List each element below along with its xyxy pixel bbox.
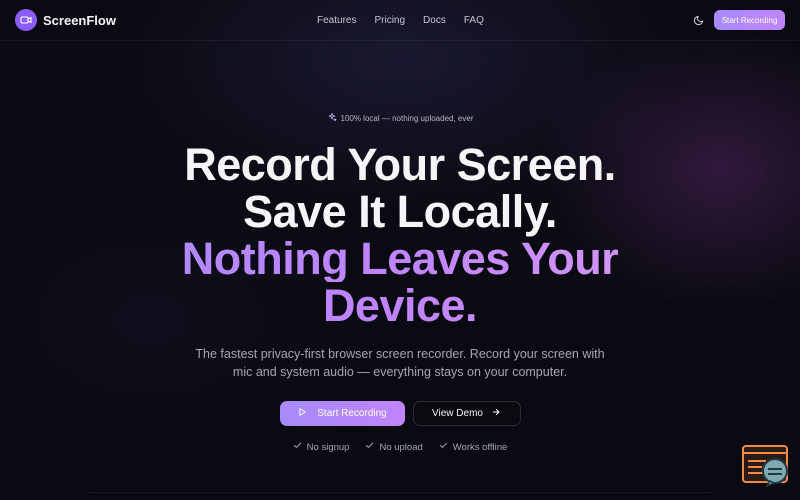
start-recording-button[interactable]: Start Recording <box>279 401 405 426</box>
headline-line-1: Record Your Screen. <box>184 139 616 190</box>
moon-icon[interactable] <box>690 12 706 28</box>
check-icon <box>365 441 374 453</box>
feature-checks: No signup No upload Works offline <box>0 441 800 453</box>
hero-headline: Record Your Screen. Save It Locally. Not… <box>0 141 800 329</box>
check-label: No upload <box>379 441 423 453</box>
nav-link-pricing[interactable]: Pricing <box>374 15 405 26</box>
chat-support-icon[interactable] <box>742 445 790 488</box>
nav-link-faq[interactable]: FAQ <box>464 15 484 26</box>
check-item: No upload <box>365 441 423 453</box>
sparkles-icon <box>327 112 337 124</box>
arrow-right-icon <box>491 407 501 420</box>
check-label: No signup <box>306 441 350 453</box>
nav-start-recording-button[interactable]: Start Recording <box>714 10 785 30</box>
video-camera-icon <box>15 9 37 31</box>
privacy-badge-text: 100% local — nothing uploaded, ever <box>340 113 474 123</box>
top-navigation: ScreenFlow Features Pricing Docs FAQ Sta… <box>0 0 800 41</box>
nav-links: Features Pricing Docs FAQ <box>317 0 484 41</box>
check-item: Works offline <box>439 441 508 453</box>
view-demo-button[interactable]: View Demo <box>412 401 521 426</box>
hero-subtitle: The fastest privacy-first browser screen… <box>195 347 605 379</box>
start-recording-label: Start Recording <box>317 408 387 419</box>
brand[interactable]: ScreenFlow <box>15 9 116 31</box>
brand-name: ScreenFlow <box>43 12 116 28</box>
check-icon <box>439 441 448 453</box>
headline-highlight-line-2: Device. <box>0 282 800 329</box>
headline-highlight-line-1: Nothing Leaves Your <box>0 235 800 282</box>
check-item: No signup <box>293 441 350 453</box>
hero-cta-row: Start Recording View Demo <box>0 401 800 426</box>
check-label: Works offline <box>452 441 508 453</box>
view-demo-label: View Demo <box>432 408 483 419</box>
nav-link-docs[interactable]: Docs <box>423 15 446 26</box>
privacy-badge: 100% local — nothing uploaded, ever <box>0 112 800 124</box>
check-icon <box>293 441 302 453</box>
nav-link-features[interactable]: Features <box>317 15 356 26</box>
headline-line-2: Save It Locally. <box>243 186 557 237</box>
play-icon <box>297 407 307 420</box>
section-divider <box>90 492 710 493</box>
